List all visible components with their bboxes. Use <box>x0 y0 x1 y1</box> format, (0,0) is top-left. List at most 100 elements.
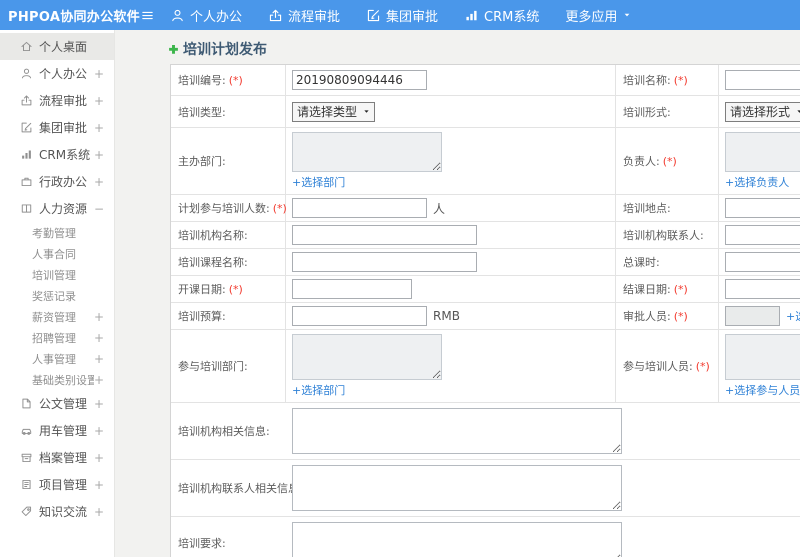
training-name-label: 培训名称: <box>623 74 671 87</box>
sidebar-item-4[interactable]: CRM系统 + <box>0 141 114 168</box>
topnav-item-4[interactable]: 更多应用 <box>565 6 632 25</box>
training-type-select[interactable]: 请选择类型 <box>292 101 376 122</box>
sidebar-subitem-6-2[interactable]: 培训管理 <box>0 264 114 285</box>
planned-participants-input[interactable] <box>292 198 427 218</box>
title-icon-slot <box>167 39 180 58</box>
host-department-link[interactable]: +选择部门 <box>292 174 442 190</box>
org-contact-info-label: 培训机构联系人相关信息: <box>178 482 303 495</box>
leader-required-mark: (*) <box>662 154 677 168</box>
sidebar-item-6[interactable]: 人力资源 − <box>0 195 114 222</box>
sidebar-subitem-6-6[interactable]: 人事管理 + <box>0 348 114 369</box>
sidebar-subitem-6-0[interactable]: 考勤管理 <box>0 222 114 243</box>
sidebar-subitem-6-1[interactable]: 人事合同 <box>0 243 114 264</box>
budget-input[interactable] <box>292 306 427 326</box>
form-row-9: 培训机构相关信息: <box>171 402 800 459</box>
sidebar-subitem-6-4[interactable]: 薪资管理 + <box>0 306 114 327</box>
expand-toggle[interactable]: + <box>94 451 104 465</box>
form-row-0: 培训编号: (*)培训名称: (*) <box>171 65 800 95</box>
approver-label-cell: 审批人员: (*) <box>616 303 719 329</box>
sidebar-subitem-6-3[interactable]: 奖惩记录 <box>0 285 114 306</box>
sidebar-item-label: 个人办公 <box>39 67 88 81</box>
start-date-input[interactable] <box>292 279 412 299</box>
topnav-item-3[interactable]: CRM系统 <box>464 6 539 25</box>
org-contact-info-textarea[interactable] <box>292 465 622 511</box>
topnav-item-0[interactable]: 个人办公 <box>170 6 242 25</box>
training-form-select[interactable]: 请选择形式 <box>725 101 800 122</box>
participating-departments-textarea[interactable] <box>292 334 442 380</box>
approver-label: 审批人员: <box>623 310 671 323</box>
host-department-textarea[interactable] <box>292 132 442 172</box>
form-row-1: 培训类型: 请选择类型 培训形式: 请选择形式 <box>171 95 800 127</box>
expand-toggle[interactable]: + <box>94 148 104 162</box>
sidebar-item-label: 知识交流 <box>39 505 88 519</box>
topnav-item-2[interactable]: 集团审批 <box>366 6 438 25</box>
sidebar-item-8[interactable]: 用车管理 + <box>0 417 114 444</box>
expand-toggle[interactable]: + <box>94 94 104 108</box>
participating-departments-link[interactable]: +选择部门 <box>292 382 442 398</box>
topnav-item-1[interactable]: 流程审批 <box>268 6 340 25</box>
approver-input[interactable] <box>725 306 780 326</box>
approver-link[interactable]: +选择审批人员 <box>786 308 800 324</box>
expand-toggle[interactable]: − <box>94 202 104 216</box>
planned-participants-required-mark: (*) <box>272 201 287 215</box>
participating-departments-label-cell: 参与培训部门: <box>171 330 286 402</box>
leader-textarea[interactable] <box>725 132 800 172</box>
expand-toggle[interactable]: + <box>94 121 104 135</box>
planned-participants-suffix: 人 <box>433 201 446 216</box>
training-form-label-cell: 培训形式: <box>616 96 719 127</box>
org-name-input[interactable] <box>292 225 477 245</box>
expand-toggle[interactable]: + <box>94 352 104 366</box>
sidebar-item-1[interactable]: 个人办公 + <box>0 60 114 87</box>
org-contact-label-cell: 培训机构联系人: <box>616 222 719 248</box>
sidebar-item-5[interactable]: 行政办公 + <box>0 168 114 195</box>
org-contact-input[interactable] <box>725 225 800 245</box>
expand-toggle[interactable]: + <box>94 424 104 438</box>
sidebar-subitem-6-5[interactable]: 招聘管理 + <box>0 327 114 348</box>
training-no-input[interactable] <box>292 70 427 90</box>
training-name-field-cell <box>719 65 800 95</box>
plus-icon <box>169 44 178 54</box>
participating-staff-required-mark: (*) <box>695 359 710 373</box>
participating-staff-textarea[interactable] <box>725 334 800 380</box>
training-name-input[interactable] <box>725 70 800 90</box>
expand-toggle[interactable]: + <box>94 373 104 387</box>
expand-toggle[interactable]: + <box>94 397 104 411</box>
sidebar-subitem-label: 考勤管理 <box>32 226 76 240</box>
expand-toggle[interactable]: + <box>94 331 104 345</box>
expand-toggle[interactable]: + <box>94 505 104 519</box>
sidebar-item-3[interactable]: 集团审批 + <box>0 114 114 141</box>
book-icon <box>21 204 32 213</box>
course-name-input[interactable] <box>292 252 477 272</box>
sidebar-subitem-label: 基础类别设置 <box>32 373 94 387</box>
end-date-input[interactable] <box>725 279 800 299</box>
org-info-textarea[interactable] <box>292 408 622 454</box>
org-info-label: 培训机构相关信息: <box>178 425 270 438</box>
sidebar-item-10[interactable]: 项目管理 + <box>0 471 114 498</box>
sidebar-item-9[interactable]: 档案管理 + <box>0 444 114 471</box>
expand-toggle[interactable]: + <box>94 478 104 492</box>
participating-staff-link[interactable]: +选择参与人员 <box>725 382 800 398</box>
expand-toggle[interactable]: + <box>94 67 104 81</box>
leader-link[interactable]: +选择负责人 <box>725 174 800 190</box>
training-form-select-value: 请选择形式 <box>730 105 791 119</box>
menu-button[interactable] <box>136 4 158 26</box>
training-location-input[interactable] <box>725 198 800 218</box>
form-row-7: 培训预算: RMB 审批人员: (*) +选择审批人员 <box>171 302 800 329</box>
form-row-10: 培训机构联系人相关信息: <box>171 459 800 516</box>
training-requirements-textarea[interactable] <box>292 521 622 557</box>
total-hours-input[interactable] <box>725 252 800 272</box>
sidebar-item-0[interactable]: 个人桌面 <box>0 33 114 60</box>
training-form-table: 培训编号: (*)培训名称: (*)培训类型:请选择类型培训形式:请选择形式主办… <box>170 64 800 557</box>
sidebar-item-11[interactable]: 知识交流 + <box>0 498 114 525</box>
sidebar-item-2[interactable]: 流程审批 + <box>0 87 114 114</box>
sidebar-item-label: 个人桌面 <box>39 40 88 54</box>
sidebar-item-label: 流程审批 <box>39 94 88 108</box>
sidebar-item-7[interactable]: 公文管理 + <box>0 390 114 417</box>
expand-toggle[interactable]: + <box>94 175 104 189</box>
page-title: 培训计划发布 <box>183 41 267 58</box>
org-info-label-cell: 培训机构相关信息: <box>171 403 286 459</box>
sidebar-subitem-6-7[interactable]: 基础类别设置 + <box>0 369 114 390</box>
expand-toggle[interactable]: + <box>94 310 104 324</box>
end-date-field-cell <box>719 276 800 302</box>
budget-label-cell: 培训预算: <box>171 303 286 329</box>
